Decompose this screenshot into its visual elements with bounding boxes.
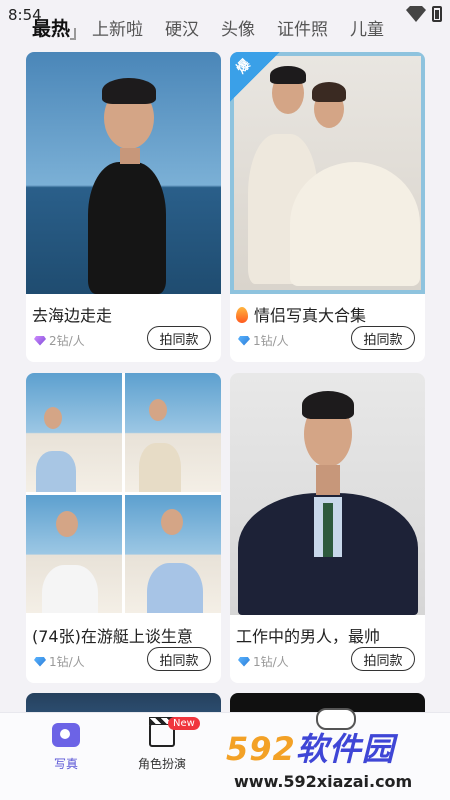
card-title: 情侣写真大合集 [236,302,421,326]
diamond-icon [34,656,46,667]
template-card-beach[interactable]: 去海边走走 2钻/人 拍同款 [26,52,221,362]
price-text: 1钻/人 [253,334,289,348]
price-text: 2钻/人 [49,334,85,348]
card-price: 1钻/人 [238,332,289,349]
same-style-button[interactable]: 拍同款 [351,647,415,671]
template-card-yacht[interactable]: (74张)在游艇上谈生意 1钻/人 拍同款 [26,373,221,683]
diamond-icon [34,335,46,346]
price-text: 1钻/人 [253,655,289,669]
card-image [26,52,221,294]
hot-badge: 爆 [230,52,280,102]
card-price: 1钻/人 [34,653,85,670]
diamond-icon [238,656,250,667]
tab-new[interactable]: 上新啦 [92,15,143,40]
card-price: 2钻/人 [34,332,85,349]
card-title: 去海边走走 [32,306,113,325]
category-tabs: 最热 上新啦 硬汉 头像 证件照 儿童 [0,10,450,44]
nav-photo[interactable]: 写真 [52,723,80,772]
watermark-logo: 592软件园 [226,730,395,768]
battery-icon [432,6,442,22]
status-icons [406,6,442,22]
camera-icon [52,723,80,747]
nav-label: 角色扮演 [138,757,187,771]
diamond-icon [238,335,250,346]
card-title: (74张)在游艇上谈生意 [32,627,193,646]
same-style-button[interactable]: 拍同款 [147,326,211,350]
card-title: 工作中的男人，最帅 [236,627,381,646]
template-card-couple[interactable]: 爆 情侣写真大合集 1钻/人 拍同款 [230,52,425,362]
fire-icon [236,307,248,323]
card-image [230,373,425,615]
nav-label: 写真 [53,757,78,771]
new-badge: New [168,717,200,730]
status-time: 8:54 [8,6,42,24]
nav-roleplay[interactable]: New 角色扮演 [138,717,200,772]
same-style-button[interactable]: 拍同款 [147,647,211,671]
site-watermark: 592软件园 www.592xiazai.com [226,708,448,798]
tab-tough-guy[interactable]: 硬汉 [165,15,199,40]
same-style-button[interactable]: 拍同款 [351,326,415,350]
template-card-businessman[interactable]: 工作中的男人，最帅 1钻/人 拍同款 [230,373,425,683]
price-text: 1钻/人 [49,655,85,669]
card-image-collage [26,373,221,613]
tab-children[interactable]: 儿童 [350,15,384,40]
watermark-url: www.592xiazai.com [234,772,413,791]
wifi-icon [406,6,426,22]
tab-id-photo[interactable]: 证件照 [277,15,328,40]
tab-avatar[interactable]: 头像 [221,15,255,40]
card-price: 1钻/人 [238,653,289,670]
